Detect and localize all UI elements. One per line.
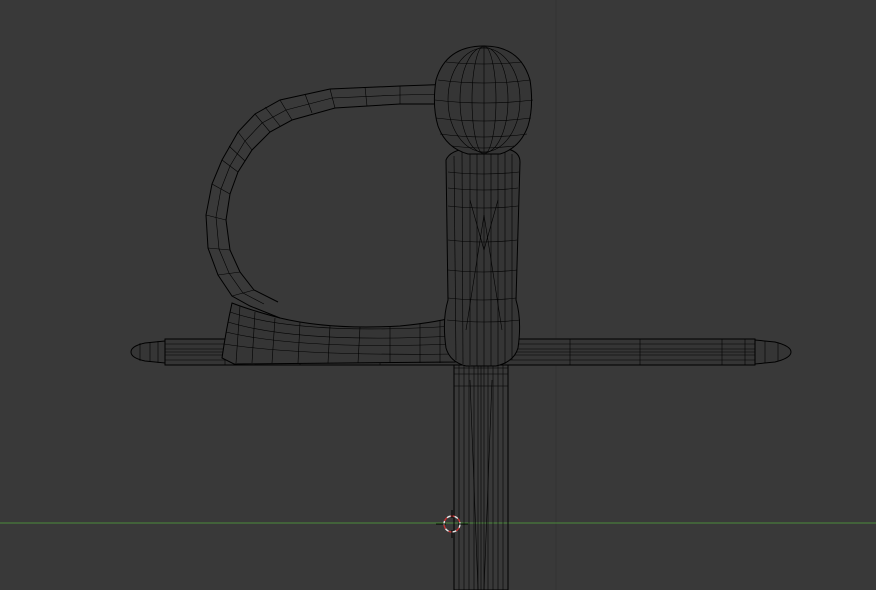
grip-mesh[interactable] xyxy=(443,147,521,367)
knuckle-bow-mesh[interactable] xyxy=(205,83,457,319)
3d-cursor-icon[interactable] xyxy=(436,510,468,538)
viewport-canvas[interactable] xyxy=(0,0,876,590)
3d-viewport[interactable] xyxy=(0,0,876,590)
guard-base-mesh[interactable] xyxy=(221,302,459,365)
blade-mesh[interactable] xyxy=(453,359,509,590)
pommel-mesh[interactable] xyxy=(433,45,534,155)
